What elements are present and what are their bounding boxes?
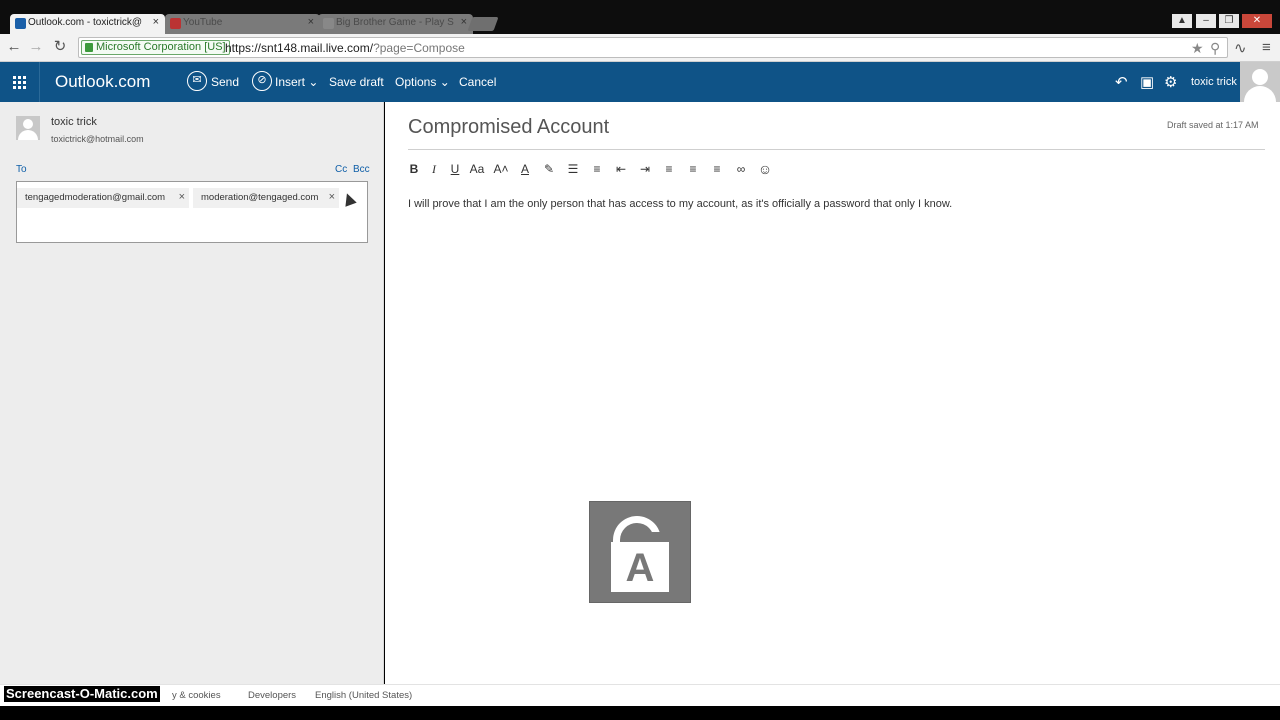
close-tab-icon[interactable]: ×	[461, 16, 467, 28]
page-footer: y & cookies Developers English (United S…	[0, 684, 1280, 706]
send-button[interactable]: Send	[211, 75, 239, 89]
screen-border	[0, 706, 1280, 720]
app-launcher-icon[interactable]	[0, 62, 40, 102]
attach-icon[interactable]: ⊘	[252, 71, 272, 91]
extension-icon[interactable]: ⚲	[1210, 40, 1220, 57]
send-icon[interactable]: ✉	[187, 71, 207, 91]
close-tab-icon[interactable]: ×	[153, 16, 159, 28]
outlook-header: Outlook.com ✉ Send ⊘ Insert ⌄ Save draft…	[0, 62, 1280, 102]
padlock-letter: A	[625, 546, 655, 590]
recipient-address: moderation@tengaged.com	[201, 192, 319, 203]
chevron-down-icon: ⌄	[439, 75, 450, 89]
recorder-watermark: Screencast-O-Matic.com	[4, 686, 160, 702]
reload-icon[interactable]: ↻	[51, 38, 69, 56]
font-size-icon[interactable]: A˄	[492, 160, 510, 178]
bullet-list-icon[interactable]: ≡	[588, 160, 606, 178]
chrome-menu-icon[interactable]: ≡	[1262, 39, 1271, 56]
url-query: ?page=Compose	[373, 41, 465, 55]
ev-badge-label: Microsoft Corporation [US]	[96, 41, 226, 53]
language-link[interactable]: English (United States)	[315, 690, 412, 701]
restore-icon[interactable]: ❐	[1219, 14, 1239, 28]
account-name[interactable]: toxic trick	[1191, 76, 1237, 88]
compose-body-pane: Compromised Account Draft saved at 1:17 …	[385, 102, 1280, 684]
underline-icon[interactable]: U	[446, 160, 464, 178]
to-label[interactable]: To	[16, 164, 27, 175]
italic-icon[interactable]: I	[425, 160, 443, 178]
insert-label: Insert	[275, 75, 306, 89]
youtube-favicon-icon	[170, 18, 181, 29]
recipient-chip[interactable]: tengagedmoderation@gmail.com ×	[17, 188, 189, 208]
address-bar: ← → ↻ Microsoft Corporation [US] https:/…	[0, 34, 1280, 62]
remove-recipient-icon[interactable]: ×	[329, 191, 335, 203]
page-favicon-icon	[323, 18, 334, 29]
message-body[interactable]: I will prove that I am the only person t…	[408, 198, 952, 210]
options-label: Options	[395, 75, 437, 89]
align-right-icon[interactable]: ≡	[708, 160, 726, 178]
developers-link[interactable]: Developers	[248, 690, 296, 701]
settings-gear-icon[interactable]: ⚙	[1164, 73, 1177, 91]
decrease-indent-icon[interactable]: ⇤	[612, 160, 630, 178]
numbered-list-icon[interactable]: ☰	[564, 160, 582, 178]
bold-icon[interactable]: B	[405, 160, 423, 178]
recipient-address: tengagedmoderation@gmail.com	[25, 192, 166, 203]
outlook-favicon-icon	[15, 18, 26, 29]
extension-pulse-icon[interactable]: ∿	[1234, 39, 1247, 57]
highlight-icon[interactable]: ✎	[540, 160, 558, 178]
forward-icon[interactable]: →	[27, 38, 45, 56]
subject-field[interactable]: Compromised Account	[408, 116, 609, 139]
url-text: https://snt148.mail.live.com/?page=Compo…	[225, 41, 465, 55]
browser-tabstrip: Outlook.com - toxictrick@ × YouTube × Bi…	[0, 0, 1280, 34]
tab-title: Big Brother Game - Play S	[336, 17, 454, 28]
tab-outlook[interactable]: Outlook.com - toxictrick@ ×	[10, 14, 165, 34]
font-icon[interactable]: Aa	[468, 160, 486, 178]
increase-indent-icon[interactable]: ⇥	[636, 160, 654, 178]
subject-divider	[408, 149, 1265, 150]
sender-name: toxic trick	[51, 116, 97, 128]
url-field[interactable]: Microsoft Corporation [US] https://snt14…	[78, 37, 1228, 58]
new-tab-button[interactable]	[467, 17, 499, 31]
recipient-chip[interactable]: moderation@tengaged.com ×	[193, 188, 339, 208]
options-button[interactable]: Options ⌄	[395, 75, 450, 89]
undo-icon[interactable]: ↶	[1115, 73, 1128, 91]
bookmark-star-icon[interactable]: ★	[1191, 40, 1204, 57]
avatar[interactable]	[1240, 62, 1280, 102]
privacy-link[interactable]: y & cookies	[172, 690, 221, 701]
padlock-logo-icon: A	[589, 501, 691, 603]
tab-title: Outlook.com - toxictrick@	[28, 17, 143, 28]
bcc-link[interactable]: Bcc	[353, 164, 370, 175]
cancel-button[interactable]: Cancel	[459, 75, 496, 89]
cc-link[interactable]: Cc	[335, 164, 347, 175]
chevron-down-icon: ⌄	[308, 75, 319, 89]
emoji-icon[interactable]: ☺	[756, 160, 774, 178]
messenger-icon[interactable]: ▣	[1140, 73, 1154, 91]
draft-status: Draft saved at 1:17 AM	[1167, 120, 1259, 130]
save-draft-button[interactable]: Save draft	[329, 75, 384, 89]
brand-title[interactable]: Outlook.com	[55, 72, 150, 92]
insert-button[interactable]: Insert ⌄	[275, 75, 318, 89]
align-center-icon[interactable]: ≡	[684, 160, 702, 178]
close-window-icon[interactable]: ✕	[1242, 14, 1272, 28]
align-left-icon[interactable]: ≡	[660, 160, 678, 178]
lock-icon	[85, 43, 93, 52]
sender-avatar	[16, 116, 40, 140]
tab-title: YouTube	[183, 17, 223, 28]
font-color-icon[interactable]: A	[516, 160, 534, 178]
tab-big-brother[interactable]: Big Brother Game - Play S ×	[318, 14, 473, 34]
compose-address-pane: toxic trick toxictrick@hotmail.com To Cc…	[0, 102, 384, 684]
close-tab-icon[interactable]: ×	[308, 16, 314, 28]
ev-certificate-badge[interactable]: Microsoft Corporation [US]	[81, 40, 230, 55]
back-icon[interactable]: ←	[5, 38, 23, 56]
link-icon[interactable]: ∞	[732, 160, 750, 178]
url-host: https://snt148.mail.live.com/	[225, 41, 374, 55]
minimize-icon[interactable]: –	[1196, 14, 1216, 28]
mouse-cursor-icon	[341, 191, 357, 207]
remove-recipient-icon[interactable]: ×	[179, 191, 185, 203]
sender-email: toxictrick@hotmail.com	[51, 134, 144, 144]
user-menu-icon[interactable]: ▲	[1172, 14, 1192, 28]
to-field[interactable]: tengagedmoderation@gmail.com × moderatio…	[16, 181, 368, 243]
tab-youtube[interactable]: YouTube ×	[165, 14, 320, 34]
